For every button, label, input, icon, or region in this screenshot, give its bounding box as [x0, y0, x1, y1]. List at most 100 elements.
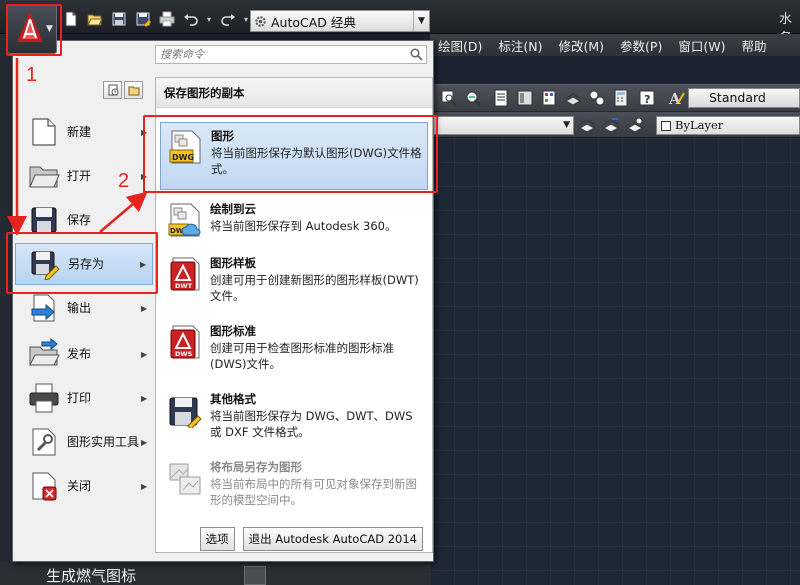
- chevron-down-icon: ▼: [413, 11, 429, 31]
- zoom-previous-icon[interactable]: [464, 89, 482, 107]
- save-as-submenu: 保存图形的副本 DWG 图形 将当前图形保存为默认图形(DWG)文件格式。 DW…: [155, 77, 433, 553]
- menu-help[interactable]: 帮助: [733, 36, 774, 55]
- chevron-down-icon: ▼: [563, 120, 570, 130]
- autocad-logo-icon: [17, 12, 43, 42]
- save-layout-icon: [168, 460, 202, 496]
- options-button[interactable]: 选项: [199, 527, 235, 551]
- submenu-item-drawing-template[interactable]: DWT 图形样板 创建可用于创建新图形的图形样板(DWT)文件。: [160, 250, 428, 318]
- qat-undo-dropdown-icon[interactable]: ▾: [204, 9, 214, 29]
- menu-parametric[interactable]: 参数(P): [612, 36, 670, 55]
- menu-item-new[interactable]: 新建 ▶: [15, 111, 153, 153]
- menu-item-close[interactable]: 关闭 ▶: [15, 465, 153, 507]
- exit-autocad-button[interactable]: 退出 Autodesk AutoCAD 2014: [242, 527, 423, 551]
- dwt-template-icon: DWT: [168, 256, 202, 292]
- calculator-icon[interactable]: [612, 89, 630, 107]
- color-control-value: ByLayer: [675, 118, 724, 132]
- chevron-right-icon: ▶: [140, 259, 147, 269]
- open-folder-icon: [27, 159, 61, 193]
- menu-dimension[interactable]: 标注(N): [490, 36, 550, 55]
- dwg-file-icon: DWG: [169, 129, 203, 165]
- svg-text:A: A: [668, 90, 681, 107]
- printer-icon: [27, 381, 61, 415]
- title-bar: ▾ ▾ AutoCAD 经典 ▼ 水务: [0, 0, 800, 46]
- search-icon: [410, 48, 423, 61]
- left-edge-strip: [0, 34, 12, 585]
- submenu-item-save-to-cloud[interactable]: DWG 绘制到云 将当前图形保存到 Autodesk 360。: [160, 196, 428, 256]
- drawing-utilities-icon: [27, 425, 61, 459]
- qat-print-icon[interactable]: [156, 9, 177, 29]
- tool-palettes-icon[interactable]: [540, 89, 558, 107]
- zoom-window-icon[interactable]: [440, 89, 458, 107]
- application-menu-button[interactable]: ▼: [7, 4, 57, 54]
- chevron-right-icon: ▶: [141, 171, 148, 181]
- qat-new-icon[interactable]: [60, 9, 81, 29]
- submenu-item-drawing[interactable]: DWG 图形 将当前图形保存为默认图形(DWG)文件格式。: [160, 122, 428, 190]
- save-as-icon: [28, 247, 62, 281]
- app-menu-footer: 选项 退出 Autodesk AutoCAD 2014: [199, 527, 423, 551]
- save-disk-icon: [27, 203, 61, 237]
- design-center-icon[interactable]: [516, 89, 534, 107]
- properties-icon[interactable]: [492, 89, 510, 107]
- menu-item-publish[interactable]: 发布 ▶: [15, 333, 153, 375]
- recent-documents-icon: [108, 84, 118, 96]
- qat-undo-icon[interactable]: [180, 9, 201, 29]
- save-other-formats-icon: [168, 392, 202, 430]
- workspace-name: AutoCAD 经典: [271, 14, 356, 30]
- open-documents-icon: [128, 86, 139, 96]
- text-style-icon[interactable]: A: [668, 89, 686, 108]
- text-style-dropdown[interactable]: Standard: [688, 88, 800, 108]
- menu-bar: 绘图(D) 标注(N) 修改(M) 参数(P) 窗口(W) 帮助: [430, 34, 800, 56]
- quick-access-toolbar: ▾ ▾: [60, 9, 251, 29]
- chevron-right-icon: ▶: [141, 481, 148, 491]
- chevron-down-icon: ▼: [46, 24, 53, 34]
- workspace-selector[interactable]: AutoCAD 经典 ▼: [250, 10, 430, 32]
- chevron-right-icon: ▶: [141, 393, 148, 403]
- menu-draw[interactable]: 绘图(D): [430, 36, 490, 55]
- application-menu: 新建 ▶ 打开 ▶ 保存 另存为 ▶ 输出 ▶ 发布: [12, 40, 434, 562]
- submenu-header: 保存图形的副本: [156, 78, 432, 108]
- help-icon[interactable]: ?: [638, 89, 656, 107]
- qat-saveas-icon[interactable]: [132, 9, 153, 29]
- dws-standards-icon: DWS: [168, 324, 202, 360]
- layer-previous-icon[interactable]: [578, 116, 596, 134]
- svg-text:DWS: DWS: [175, 350, 193, 358]
- svg-text:DWT: DWT: [175, 282, 193, 290]
- chevron-right-icon: ▶: [141, 437, 148, 447]
- menu-window[interactable]: 窗口(W): [670, 36, 733, 55]
- menu-item-save[interactable]: 保存: [15, 199, 153, 241]
- recent-documents-toggle: [103, 81, 143, 99]
- search-command-box[interactable]: [155, 45, 427, 64]
- layer-states-icon[interactable]: [602, 116, 620, 134]
- submenu-item-other-formats[interactable]: 其他格式 将当前图形保存为 DWG、DWT、DWS 或 DXF 文件格式。: [160, 386, 428, 454]
- qat-save-icon[interactable]: [108, 9, 129, 29]
- dwg-cloud-icon: DWG: [168, 202, 202, 238]
- markup-icon[interactable]: [588, 89, 606, 107]
- menu-item-save-as[interactable]: 另存为 ▶: [15, 243, 153, 285]
- chevron-right-icon: ▶: [141, 127, 148, 137]
- menu-item-print[interactable]: 打印 ▶: [15, 377, 153, 419]
- menu-item-drawing-utilities[interactable]: 图形实用工具 ▶: [15, 421, 153, 463]
- menu-item-export[interactable]: 输出 ▶: [15, 287, 153, 329]
- publish-icon: [27, 337, 61, 371]
- small-toolbar-button[interactable]: [244, 566, 266, 585]
- menu-item-open[interactable]: 打开 ▶: [15, 155, 153, 197]
- color-control-dropdown[interactable]: ByLayer: [656, 116, 800, 135]
- open-documents-button[interactable]: [124, 81, 143, 99]
- qat-open-icon[interactable]: [84, 9, 105, 29]
- submenu-item-drawing-standards[interactable]: DWS 图形标准 创建可用于检查图形标准的图形标准(DWS)文件。: [160, 318, 428, 386]
- drawing-canvas[interactable]: [430, 138, 800, 585]
- color-swatch: [661, 121, 671, 131]
- search-input[interactable]: [160, 47, 400, 62]
- sheet-set-icon[interactable]: [564, 89, 582, 107]
- annotation-step-2: 2: [118, 170, 130, 192]
- submenu-item-save-layout-as-drawing[interactable]: 将布局另存为图形 将当前布局中的所有可见对象保存到新图形的模型空间中。: [160, 454, 428, 522]
- qat-redo-icon[interactable]: [217, 9, 238, 29]
- layer-properties-icon[interactable]: [626, 116, 644, 134]
- svg-text:DWG: DWG: [172, 153, 194, 162]
- close-file-icon: [27, 469, 61, 503]
- layer-dropdown[interactable]: ▼: [430, 116, 574, 135]
- chevron-right-icon: ▶: [141, 349, 148, 359]
- recent-documents-button[interactable]: [103, 81, 122, 99]
- menu-modify[interactable]: 修改(M): [551, 36, 613, 55]
- new-file-icon: [27, 115, 61, 149]
